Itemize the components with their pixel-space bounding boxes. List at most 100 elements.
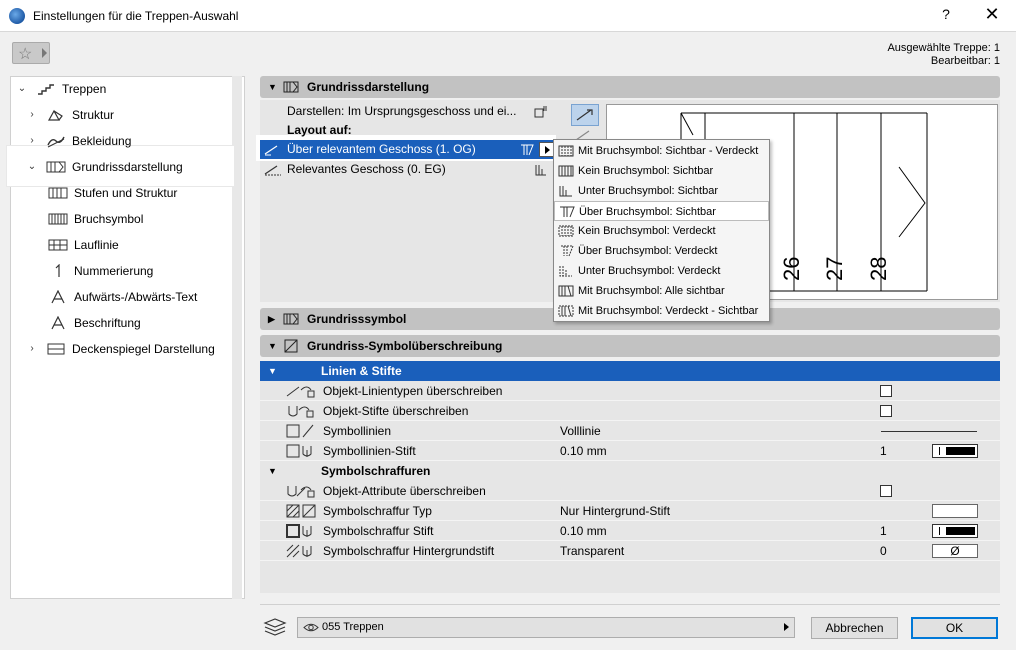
menu-item-label: Mit Bruchsymbol: Sichtbar - Verdeckt	[578, 145, 759, 157]
tree-item-deckenspiegel[interactable]: › Deckenspiegel Darstellung	[26, 336, 214, 362]
collapse-triangle-icon[interactable]: ▼	[268, 335, 277, 357]
table-row[interactable]: Symbollinien Volllinie	[260, 421, 1000, 441]
tree-item-stufen[interactable]: Stufen und Struktur	[48, 180, 177, 206]
menu-item[interactable]: Mit Bruchsymbol: Verdeckt - Sichtbar	[554, 301, 769, 321]
menu-item-label: Mit Bruchsymbol: Verdeckt - Sichtbar	[578, 305, 759, 317]
table-row[interactable]: Objekt-Stifte überschreiben	[260, 401, 1000, 421]
footer-separator	[260, 604, 1000, 605]
tree-item-bruchsymbol[interactable]: Bruchsymbol	[48, 206, 143, 232]
layer-select[interactable]: 055 Treppen	[297, 617, 795, 638]
pen-picker[interactable]	[932, 524, 978, 538]
menu-item-label: Über Bruchsymbol: Sichtbar	[579, 206, 716, 218]
row-label: Objekt-Attribute überschreiben	[323, 484, 486, 498]
tree-item-aufwaerts-text[interactable]: Aufwärts-/Abwärts-Text	[48, 284, 197, 310]
menu-item[interactable]: Unter Bruchsymbol: Sichtbar	[554, 181, 769, 201]
table-row[interactable]: Symbolschraffur Stift 0.10 mm 1	[260, 521, 1000, 541]
row-value[interactable]: Volllinie	[560, 421, 601, 441]
menu-item-highlighted[interactable]: Über Bruchsymbol: Sichtbar	[554, 201, 769, 221]
menu-item[interactable]: Unter Bruchsymbol: Verdeckt	[554, 261, 769, 281]
pen-picker[interactable]	[932, 444, 978, 458]
chevron-right-icon[interactable]: ›	[26, 102, 38, 128]
section-ueberschreibung[interactable]: ▼ Grundriss-Symbolüberschreibung	[260, 335, 1000, 357]
break-display-icon	[535, 165, 546, 176]
tree-item-treppen[interactable]: ⌄ Treppen	[16, 76, 106, 102]
menu-item[interactable]: Mit Bruchsymbol: Alle sichtbar	[554, 281, 769, 301]
row-value[interactable]: Nur Hintergrund-Stift	[560, 501, 670, 521]
row-label: Symbollinien-Stift	[323, 444, 416, 458]
linetype-override-icon	[286, 386, 315, 398]
tree-item-label: Aufwärts-/Abwärts-Text	[74, 290, 198, 304]
fill-preview[interactable]	[932, 504, 978, 518]
close-button[interactable]: ✕	[978, 4, 1006, 26]
row-label: Symbollinien	[323, 424, 392, 438]
preview-step-number: 28	[866, 257, 891, 281]
tree-item-beschriftung[interactable]: Beschriftung	[48, 310, 141, 336]
transparent-pen-picker[interactable]: Ø	[932, 544, 978, 558]
table-row[interactable]: Objekt-Linientypen überschreiben	[260, 381, 1000, 401]
tree-item-label: Bruchsymbol	[74, 212, 144, 226]
menu-item[interactable]: Kein Bruchsymbol: Sichtbar	[554, 161, 769, 181]
menu-item[interactable]: Kein Bruchsymbol: Verdeckt	[554, 221, 769, 241]
expand-triangle-icon[interactable]: ▶	[268, 308, 275, 330]
ueber-geschoss-row[interactable]: Über relevantem Geschoss (1. OG)	[260, 140, 556, 159]
symbol-pen-icon	[286, 444, 312, 458]
cancel-button[interactable]: Abbrechen	[811, 617, 898, 639]
collapse-triangle-icon[interactable]: ▼	[268, 76, 277, 98]
menu-item-label: Unter Bruchsymbol: Verdeckt	[578, 265, 721, 277]
chevron-down-icon[interactable]: ⌄	[26, 154, 38, 180]
row-value: Transparent	[560, 544, 625, 558]
section-grundrissdarstellung[interactable]: ▼ Grundrissdarstellung	[260, 76, 1000, 98]
layout-auf-text: Layout auf:	[287, 123, 352, 137]
row-label: Objekt-Stifte überschreiben	[323, 404, 469, 418]
row-label: Symbolschraffur Typ	[323, 504, 432, 518]
linien-stifte-title: Linien & Stifte	[321, 364, 402, 378]
collapse-triangle-icon[interactable]: ▼	[268, 461, 277, 481]
tree-item-bekleidung[interactable]: › Bekleidung	[26, 128, 131, 154]
break-symbol-icon	[558, 165, 574, 177]
help-button[interactable]: ?	[934, 6, 958, 26]
pen-override-icon	[288, 406, 314, 418]
row-value: 0.10 mm	[560, 524, 607, 538]
relevantes-geschoss-row[interactable]: Relevantes Geschoss (0. EG)	[260, 160, 556, 179]
tree-item-label: Struktur	[72, 108, 115, 122]
stair-line-icon	[264, 165, 281, 176]
attribute-override-checkbox[interactable]	[880, 485, 892, 497]
tree-item-lauflinie[interactable]: Lauflinie	[48, 232, 119, 258]
menu-item[interactable]: Über Bruchsymbol: Verdeckt	[554, 241, 769, 261]
pen-override-checkbox[interactable]	[880, 405, 892, 417]
tree-item-label: Beschriftung	[74, 316, 141, 330]
break-symbol-icon	[558, 145, 574, 157]
tree-item-grundrissdarstellung[interactable]: ⌄ Grundrissdarstellung	[26, 154, 183, 180]
table-row[interactable]: Symbolschraffur Typ Nur Hintergrund-Stif…	[260, 501, 1000, 521]
floor-display-icon	[534, 106, 547, 118]
menu-item-label: Mit Bruchsymbol: Alle sichtbar	[578, 285, 725, 297]
submenu-arrow-icon[interactable]	[539, 142, 554, 157]
chevron-right-icon[interactable]: ›	[26, 128, 38, 154]
tree-item-nummerierung[interactable]: Nummerierung	[48, 258, 153, 284]
menu-item[interactable]: Mit Bruchsymbol: Sichtbar - Verdeckt	[554, 141, 769, 161]
tree-item-struktur[interactable]: › Struktur	[26, 102, 114, 128]
selected-stair-count: Ausgewählte Treppe: 1	[887, 42, 1000, 54]
collapse-triangle-icon[interactable]: ▼	[268, 361, 277, 381]
row-label: Symbolschraffur Hintergrundstift	[323, 544, 495, 558]
preview-direction-arrow	[898, 166, 926, 238]
favorites-button[interactable]: ☆	[12, 42, 50, 64]
symbolschraffuren-header[interactable]: ▼ Symbolschraffuren	[260, 461, 1000, 481]
chevron-right-icon[interactable]: ›	[26, 336, 38, 362]
table-row[interactable]: Objekt-Attribute überschreiben	[260, 481, 1000, 501]
floorplan-icon	[283, 81, 299, 93]
break-symbol-icon	[558, 305, 574, 317]
darstellen-row[interactable]: Darstellen: Im Ursprungsgeschoss und ei.…	[260, 102, 556, 121]
linetype-override-checkbox[interactable]	[880, 385, 892, 397]
table-row[interactable]: Symbolschraffur Hintergrundstift Transpa…	[260, 541, 1000, 561]
ok-button[interactable]: OK	[911, 617, 998, 639]
menu-item-label: Unter Bruchsymbol: Sichtbar	[578, 185, 718, 197]
ueber-geschoss-label: Über relevantem Geschoss (1. OG)	[287, 142, 476, 156]
selection-info: Ausgewählte Treppe: 1 Bearbeitbar: 1	[887, 42, 1000, 68]
row-label: Symbolschraffur Stift	[323, 524, 434, 538]
view-mode-button[interactable]	[571, 104, 599, 126]
table-row[interactable]: Symbollinien-Stift 0.10 mm 1	[260, 441, 1000, 461]
linien-stifte-header[interactable]: ▼ Linien & Stifte	[260, 361, 1000, 381]
star-icon: ☆	[18, 46, 33, 63]
chevron-down-icon[interactable]: ⌄	[16, 76, 28, 102]
